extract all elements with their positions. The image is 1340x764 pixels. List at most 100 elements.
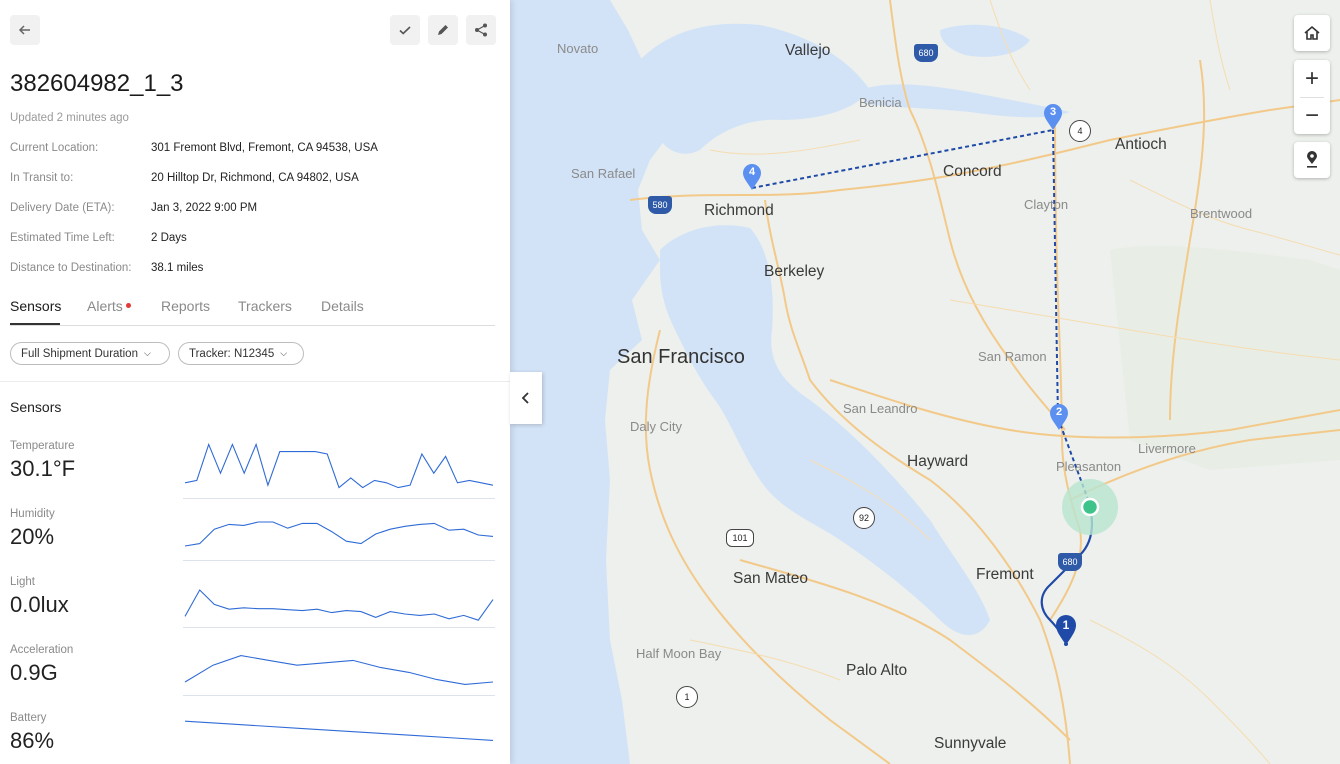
marker-label: 4 xyxy=(748,166,756,178)
city-label: Half Moon Bay xyxy=(636,646,722,661)
route-marker-3[interactable]: 3 xyxy=(1042,103,1064,131)
city-label: Berkeley xyxy=(764,263,825,280)
city-label: Antioch xyxy=(1115,136,1167,153)
city-label: San Rafael xyxy=(571,166,636,181)
arrow-left-icon xyxy=(18,25,30,35)
city-label: Concord xyxy=(943,163,1002,180)
city-label: San Leandro xyxy=(843,401,918,416)
tab-reports[interactable]: Reports xyxy=(161,298,210,314)
city-label: Palo Alto xyxy=(846,662,908,679)
home-button[interactable] xyxy=(1294,15,1330,51)
city-label: Richmond xyxy=(704,202,774,219)
city-label: Vallejo xyxy=(785,42,831,59)
tab-bar: Sensors Alerts Reports Trackers Details xyxy=(10,296,495,326)
eta-row: Delivery Date (ETA): Jan 3, 2022 9:00 PM xyxy=(10,202,257,214)
pencil-icon xyxy=(438,25,448,35)
chevron-down-icon: ⌵ xyxy=(280,348,288,358)
active-tab-indicator xyxy=(10,323,60,325)
sensor-label: Light xyxy=(10,576,35,588)
sensor-label: Battery xyxy=(10,712,47,724)
edit-button[interactable] xyxy=(428,15,458,45)
section-divider xyxy=(0,381,510,382)
city-label: San Mateo xyxy=(733,570,808,587)
shield-101: 101 xyxy=(726,529,754,547)
city-label: Novato xyxy=(557,41,599,56)
marker-label: 2 xyxy=(1055,406,1063,418)
sensor-value: 0.9G xyxy=(10,660,58,685)
sensor-label: Humidity xyxy=(10,508,55,520)
map-base-layer xyxy=(510,0,1340,764)
location-pin-icon xyxy=(1307,151,1317,168)
sensor-value: 0.0lux xyxy=(10,592,69,617)
city-label: Fremont xyxy=(976,566,1034,583)
current-location-dot[interactable] xyxy=(1080,497,1100,517)
tab-sensors[interactable]: Sensors xyxy=(10,298,61,314)
sensor-label: Temperature xyxy=(10,440,75,452)
sensor-separator xyxy=(183,498,495,499)
detail-value: 38.1 miles xyxy=(151,262,204,274)
shield-680-north: 680 xyxy=(914,44,938,62)
city-label: Clayton xyxy=(1024,197,1069,212)
sensor-label: Acceleration xyxy=(10,644,74,656)
city-label: Benicia xyxy=(859,95,902,110)
route-marker-4[interactable]: 4 xyxy=(741,163,763,191)
tab-trackers[interactable]: Trackers xyxy=(238,298,292,314)
check-icon xyxy=(399,26,411,35)
chevron-down-icon: ⌵ xyxy=(143,348,151,358)
city-label: Pleasanton xyxy=(1056,459,1122,474)
detail-label: Current Location: xyxy=(10,142,99,154)
sparkline-path xyxy=(184,442,494,489)
chevron-left-icon xyxy=(521,392,529,404)
sparkline-path xyxy=(184,521,494,547)
collapse-panel-button[interactable] xyxy=(510,372,542,424)
zoom-in-button[interactable]: + xyxy=(1294,60,1330,97)
route-marker-2[interactable]: 2 xyxy=(1048,403,1070,431)
sensor-humidity: Humidity 20% xyxy=(10,508,495,576)
sparkline-path xyxy=(184,589,494,621)
sensor-separator xyxy=(183,695,495,696)
temperature-sparkline xyxy=(184,442,494,489)
shield-92: 92 xyxy=(853,507,875,529)
updated-timestamp: Updated 2 minutes ago xyxy=(10,112,129,124)
battery-sparkline xyxy=(184,720,494,741)
tab-alerts[interactable]: Alerts xyxy=(87,298,131,314)
city-label: Sunnyvale xyxy=(934,735,1007,752)
city-label: San Francisco xyxy=(617,346,745,368)
sensor-light: Light 0.0lux xyxy=(10,576,495,644)
shipment-details-panel: 382604982_1_3 Updated 2 minutes ago Curr… xyxy=(0,0,510,764)
zoom-out-button[interactable]: − xyxy=(1294,97,1330,134)
share-icon xyxy=(475,23,487,37)
city-label: Daly City xyxy=(630,419,683,434)
sensor-temperature: Temperature 30.1°F xyxy=(10,440,495,508)
city-label: Brentwood xyxy=(1190,206,1253,221)
confirm-button[interactable] xyxy=(390,15,420,45)
current-location-row: Current Location: 301 Fremont Blvd, Frem… xyxy=(10,142,378,154)
sensor-separator xyxy=(183,560,495,561)
tab-details[interactable]: Details xyxy=(321,298,364,314)
detail-label: In Transit to: xyxy=(10,172,74,184)
sensor-value: 20% xyxy=(10,524,55,549)
detail-value: 2 Days xyxy=(151,232,187,244)
tracker-filter-dropdown[interactable]: Tracker: N12345 ⌵ xyxy=(178,342,304,365)
sensor-separator xyxy=(183,627,495,628)
distance-row: Distance to Destination: 38.1 miles xyxy=(10,262,203,274)
alert-indicator-dot xyxy=(125,303,131,308)
detail-value: Jan 3, 2022 9:00 PM xyxy=(151,202,258,214)
in-transit-row: In Transit to: 20 Hilltop Dr, Richmond, … xyxy=(10,172,359,184)
sensor-value: 86% xyxy=(10,728,55,753)
back-button[interactable] xyxy=(10,15,40,45)
detail-value: 20 Hilltop Dr, Richmond, CA 94802, USA xyxy=(151,172,359,184)
shield-4: 4 xyxy=(1069,120,1091,142)
locate-button[interactable] xyxy=(1294,142,1330,178)
duration-filter-label: Full Shipment Duration xyxy=(21,347,138,360)
time-left-row: Estimated Time Left: 2 Days xyxy=(10,232,187,244)
share-button[interactable] xyxy=(466,15,496,45)
detail-label: Distance to Destination: xyxy=(10,262,132,274)
duration-filter-dropdown[interactable]: Full Shipment Duration ⌵ xyxy=(10,342,170,365)
route-map[interactable]: 680 580 680 101 92 4 1 Novato Vallejo Be… xyxy=(510,0,1340,764)
route-marker-1[interactable]: 1 xyxy=(1054,614,1078,646)
shield-1: 1 xyxy=(676,686,698,708)
detail-value: 301 Fremont Blvd, Fremont, CA 94538, USA xyxy=(151,142,378,154)
shield-680-south: 680 xyxy=(1058,553,1082,571)
city-label: San Ramon xyxy=(978,349,1047,364)
